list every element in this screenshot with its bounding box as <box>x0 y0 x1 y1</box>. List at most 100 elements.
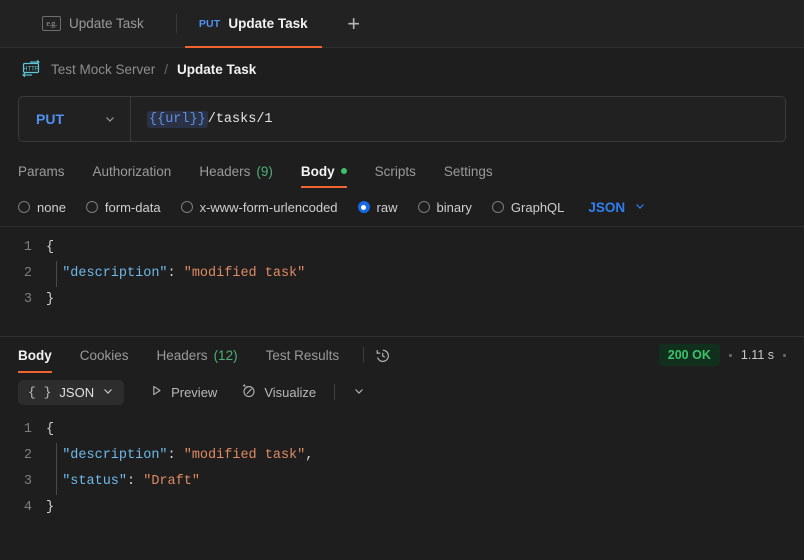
chevron-down-icon <box>104 113 116 125</box>
tab-settings[interactable]: Settings <box>430 154 507 188</box>
option-label: raw <box>376 199 398 215</box>
history-clock-icon[interactable] <box>374 347 391 364</box>
option-label: form-data <box>104 199 161 215</box>
body-type-options: none form-data x-www-form-urlencoded raw… <box>0 188 804 226</box>
indent-guide <box>56 469 57 495</box>
line-number: 3 <box>23 292 32 307</box>
tab-label: Headers <box>199 163 251 179</box>
code-line: 2 "description": "modified task" <box>0 261 804 287</box>
body-modified-dot-icon <box>340 168 347 174</box>
request-body-editor[interactable]: 1 { 2 "description": "modified task" 3 } <box>0 226 804 336</box>
headers-count: (9) <box>256 163 273 179</box>
tab-label: Body <box>300 163 335 179</box>
tab-label: Settings <box>443 163 493 179</box>
code-line: 2 "description": "modified task", <box>0 443 804 469</box>
tab-label: Update Task <box>228 16 308 31</box>
tab-method-label: PUT <box>198 17 221 30</box>
tab-params[interactable]: Params <box>18 154 79 188</box>
body-type-form-data[interactable]: form-data <box>85 199 161 215</box>
tab-label: Headers <box>156 347 208 363</box>
response-tab-headers[interactable]: Headers (12) <box>143 337 252 373</box>
tab-headers[interactable]: Headers (9) <box>185 154 287 188</box>
response-tab-test-results[interactable]: Test Results <box>252 337 354 373</box>
new-tab-button[interactable]: + <box>330 0 378 47</box>
radio-icon <box>18 201 30 213</box>
response-code: 1 { 2 "description": "modified task", 3 … <box>0 417 804 521</box>
dot-separator <box>783 353 786 357</box>
radio-icon <box>180 201 193 213</box>
radio-icon <box>491 201 504 213</box>
line-number: 1 <box>23 240 32 255</box>
visualize-button[interactable]: Visualize <box>229 378 377 406</box>
tab-update-task-put[interactable]: PUT Update Task <box>177 0 330 48</box>
tab-label: Authorization <box>92 163 172 179</box>
http-icon: HTTP <box>20 60 42 78</box>
response-format-select[interactable]: { } JSON <box>18 379 125 405</box>
tab-scripts[interactable]: Scripts <box>361 154 430 188</box>
tab-label: Params <box>18 163 65 179</box>
dot-separator <box>728 353 732 357</box>
example-icon: e.g. <box>42 16 61 31</box>
url-input[interactable]: {{url}}/tasks/1 <box>131 97 785 141</box>
json-key: "description" <box>46 266 168 281</box>
line-content: { <box>46 240 55 255</box>
format-label: JSON <box>588 199 626 215</box>
response-body-editor[interactable]: 1 { 2 "description": "modified task", 3 … <box>0 411 804 560</box>
response-tab-cookies[interactable]: Cookies <box>66 337 143 373</box>
line-content: { <box>46 422 55 437</box>
status-badge: 200 OK <box>658 344 720 366</box>
radio-icon <box>417 201 430 213</box>
code-line: 3 } <box>0 287 804 313</box>
line-content: } <box>46 500 55 515</box>
chevron-down-icon <box>634 200 646 215</box>
body-type-urlencoded[interactable]: x-www-form-urlencoded <box>180 199 338 215</box>
radio-icon <box>85 201 98 213</box>
http-method-select[interactable]: PUT <box>19 97 131 141</box>
postman-window: e.g. Update Task PUT Update Task + HTTP … <box>0 0 804 560</box>
body-type-raw[interactable]: raw <box>357 199 398 215</box>
toolbar-divider <box>334 384 336 400</box>
response-status-group: 200 OK 1.11 s <box>658 344 786 366</box>
tab-authorization[interactable]: Authorization <box>79 154 186 188</box>
json-key: "description" <box>46 448 168 463</box>
button-label: Visualize <box>264 384 317 400</box>
breadcrumb-parent[interactable]: Test Mock Server <box>51 62 155 77</box>
visualize-magic-icon <box>241 383 256 401</box>
request-code: 1 { 2 "description": "modified task" 3 } <box>0 235 804 313</box>
body-format-select[interactable]: JSON <box>588 200 646 215</box>
tab-label: Cookies <box>79 347 129 363</box>
response-time: 1.11 s <box>740 348 774 362</box>
option-label: binary <box>436 199 472 215</box>
response-pane: Body Cookies Headers (12) Test Results 2… <box>0 336 804 560</box>
json-value: "Draft" <box>143 474 200 489</box>
method-label: PUT <box>36 111 64 127</box>
indent-guide <box>56 443 57 469</box>
toolbar-divider <box>363 347 365 363</box>
response-section-tabs: Body Cookies Headers (12) Test Results 2… <box>0 337 804 373</box>
code-line: 4 } <box>0 495 804 521</box>
response-tab-body[interactable]: Body <box>18 337 66 373</box>
json-value: "modified task" <box>183 266 306 281</box>
option-label: x-www-form-urlencoded <box>199 199 338 215</box>
body-type-graphql[interactable]: GraphQL <box>491 200 564 215</box>
option-label: none <box>37 199 66 215</box>
line-number: 4 <box>23 500 32 515</box>
url-bar-row: PUT {{url}}/tasks/1 <box>0 90 804 154</box>
tab-label: Update Task <box>69 16 144 31</box>
plus-icon: + <box>347 10 361 36</box>
code-line-highlighted: 3 "status": "Draft" <box>0 469 804 495</box>
svg-text:HTTP: HTTP <box>23 67 39 73</box>
breadcrumb-current[interactable]: Update Task <box>177 62 256 77</box>
tab-body[interactable]: Body <box>287 154 361 188</box>
body-type-none[interactable]: none <box>18 200 66 215</box>
tab-update-task-example[interactable]: e.g. Update Task <box>0 0 176 47</box>
breadcrumb: HTTP Test Mock Server / Update Task <box>0 48 804 90</box>
json-colon: : <box>167 266 184 281</box>
request-section-tabs: Params Authorization Headers (9) Body Sc… <box>0 154 804 188</box>
body-type-binary[interactable]: binary <box>417 199 472 215</box>
chevron-down-icon <box>102 385 114 400</box>
line-number: 2 <box>23 266 32 281</box>
radio-icon-selected <box>357 201 370 213</box>
tab-label: Body <box>18 347 52 363</box>
preview-button[interactable]: Preview <box>138 379 229 405</box>
